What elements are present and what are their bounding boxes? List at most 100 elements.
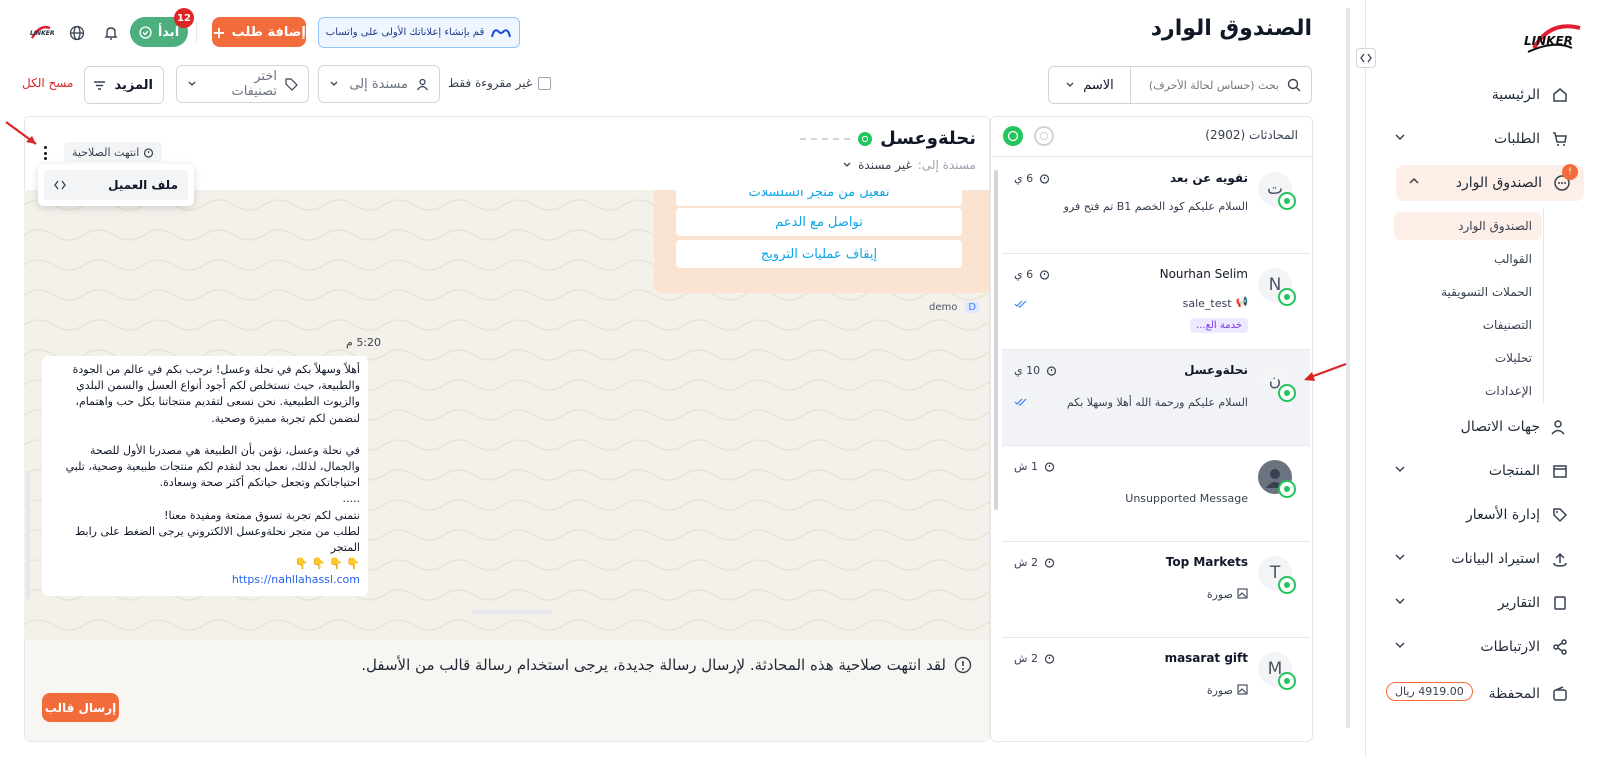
conversation-item[interactable]: M masarat gift 2 ش صورة: [1002, 638, 1310, 734]
submenu-campaigns[interactable]: الحملات التسويقية: [1394, 278, 1542, 306]
search-box[interactable]: الاسم: [1048, 66, 1312, 104]
sidebar-item-pricing[interactable]: إدارة الأسعار: [1382, 497, 1582, 533]
preview-text: صورة: [1206, 588, 1233, 601]
tags-filter-label: اختر تصنيفات: [231, 69, 277, 99]
chat-header: نحلةوعسل: [800, 128, 976, 149]
message-emoji: 👇 👇 👇 👇: [294, 557, 360, 571]
sidebar-item-label: استيراد البيانات: [1451, 551, 1540, 567]
time-text: 10 ي: [1014, 364, 1041, 377]
sidebar-item-contacts[interactable]: جهات الاتصال: [1382, 409, 1582, 445]
image-icon: [1237, 588, 1248, 601]
search-input[interactable]: [1149, 78, 1279, 92]
conversation-time: 6 ي: [1014, 268, 1050, 281]
image-icon: [1237, 684, 1248, 697]
start-button[interactable]: ابدأ 12: [130, 8, 194, 47]
sidebar-item-label: المنتجات: [1488, 463, 1540, 479]
chevron-down-icon: [1394, 131, 1406, 143]
sidebar-item-label: الطلبات: [1494, 131, 1540, 147]
sidebar-item-products[interactable]: المنتجات: [1382, 453, 1582, 489]
horizontal-scrollbar[interactable]: [472, 610, 552, 614]
search-icon: [1287, 78, 1301, 92]
sidebar-item-wallet[interactable]: المحفظة 4919.00 ريال: [1382, 676, 1582, 712]
more-filters-button[interactable]: المزيد: [84, 66, 164, 104]
message-paragraph: لطلب من متجر نحلةوعسل الالكتروني يرجى ال…: [75, 524, 360, 555]
submenu-templates[interactable]: القوالب: [1394, 245, 1542, 273]
submenu-label: التصنيفات: [1482, 318, 1532, 332]
annotation-arrow-conversation: [1300, 360, 1348, 384]
chevron-down-icon: [1394, 595, 1406, 607]
assigned-label: مسندة إلى:: [917, 158, 976, 172]
tags-filter[interactable]: اختر تصنيفات: [176, 65, 309, 103]
instagram-channel-icon[interactable]: [1034, 126, 1054, 146]
conversation-item-active[interactable]: ن نحلةوعسل 10 ي السلام عليكم ورحمة الله …: [1002, 350, 1310, 446]
time-text: 2 ش: [1014, 556, 1038, 569]
conversation-name: Top Markets: [1165, 555, 1248, 569]
conversation-item[interactable]: 1 ش Unsupported Message: [1002, 446, 1310, 542]
sidebar-item-reports[interactable]: التقارير: [1382, 585, 1582, 621]
code-icon: [54, 180, 66, 190]
sidebar-collapse-toggle[interactable]: [1356, 48, 1376, 68]
quick-reply-button[interactable]: إيقاف عمليات الترويج: [676, 240, 962, 268]
conversation-preview: Unsupported Message: [1125, 492, 1248, 505]
whatsapp-channel-icon[interactable]: [1003, 126, 1023, 146]
time-text: 6 ي: [1014, 268, 1034, 281]
menu-item-label: ملف العميل: [108, 178, 178, 192]
conversation-name: نحلةوعسل: [1184, 363, 1248, 377]
assigned-filter[interactable]: مسندة إلى: [318, 65, 440, 103]
conversation-preview: السلام عليكم ورحمة الله أهلا وسهلا بكم: [1066, 396, 1248, 409]
tag-icon: [1550, 505, 1570, 525]
wallet-balance: 4919.00 ريال: [1386, 682, 1473, 701]
clear-all-link[interactable]: مسح الكل: [22, 76, 73, 90]
store-link[interactable]: https://nahllahassl.com: [50, 572, 360, 588]
conversation-time: 1 ش: [1014, 460, 1055, 473]
submenu-analytics[interactable]: تحليلات: [1394, 344, 1542, 372]
message-paragraph: أهلاً وسهلاً بكم في نحلة وعسل! نرحب بكم …: [72, 363, 360, 425]
user-logo-avatar[interactable]: LINKER: [28, 22, 54, 44]
sidebar-item-home[interactable]: الرئيسية: [1382, 77, 1582, 113]
whatsapp-badge-icon: [1278, 288, 1296, 306]
sidebar-item-integrations[interactable]: الارتباطات: [1382, 629, 1582, 665]
search-type-select[interactable]: الاسم: [1049, 67, 1131, 103]
submenu-inbox[interactable]: الصندوق الوارد: [1394, 212, 1542, 240]
submenu-label: تحليلات: [1494, 351, 1532, 365]
meta-ads-banner[interactable]: قم بإنشاء إعلاناتك الأولى على واتساب: [318, 17, 520, 48]
customer-profile-menu-item[interactable]: ملف العميل: [44, 170, 188, 200]
logo[interactable]: LINKER: [1514, 18, 1586, 60]
tag-icon: [285, 77, 298, 91]
timer-icon: [1044, 461, 1055, 472]
conversation-item[interactable]: T Top Markets 2 ش صورة: [1002, 542, 1310, 638]
assigned-value: غير مسندة: [858, 158, 912, 172]
conversation-time: 6 ي: [1014, 172, 1050, 185]
sidebar-item-inbox[interactable]: ! الصندوق الوارد: [1396, 164, 1584, 201]
conversation-item[interactable]: ت تقويه عن بعد 6 ي السلام عليكم كود الخص…: [1002, 158, 1310, 254]
conversation-name: تقويه عن بعد: [1169, 171, 1248, 185]
assignment-row[interactable]: مسندة إلى: غير مسندة: [842, 158, 976, 172]
conversation-preview: السلام عليكم كود الخصم B1 تم فتح فرو: [1063, 200, 1248, 213]
unread-checkbox[interactable]: [538, 76, 552, 90]
search-type-label: الاسم: [1083, 77, 1114, 93]
unread-only-filter[interactable]: غير مقروءة فقط: [448, 76, 552, 90]
box-icon: [1550, 461, 1570, 481]
sidebar-item-import[interactable]: استيراد البيانات: [1382, 541, 1582, 577]
add-order-button[interactable]: إضافة طلب +: [212, 17, 306, 47]
plus-icon: +: [212, 22, 226, 42]
whatsapp-badge-icon: [1278, 576, 1296, 594]
conversation-scrollbar[interactable]: [994, 170, 998, 510]
conversation-item[interactable]: N Nourhan Selim 6 ي 📢 sale_test خدمة الع.…: [1002, 254, 1310, 350]
globe-icon[interactable]: [68, 24, 86, 42]
left-scrollbar[interactable]: [26, 470, 30, 600]
whatsapp-badge-icon: [1278, 384, 1296, 402]
submenu-label: الحملات التسويقية: [1441, 285, 1532, 299]
bell-icon[interactable]: [102, 24, 120, 42]
submenu-label: القوالب: [1493, 252, 1532, 266]
submenu-tags[interactable]: التصنيفات: [1394, 311, 1542, 339]
quick-reply-button[interactable]: تواصل مع الدعم: [676, 208, 962, 236]
chevron-down-icon: [187, 79, 197, 89]
quick-reply-button[interactable]: تفعيل من متجر السلسلات: [676, 190, 962, 206]
sidebar-item-orders[interactable]: الطلبات: [1382, 121, 1582, 157]
kebab-menu-icon[interactable]: [42, 146, 48, 160]
submenu-settings[interactable]: الإعدادات: [1394, 377, 1542, 405]
send-template-button[interactable]: إرسال قالب: [42, 693, 119, 722]
assigned-filter-label: مسندة إلى: [349, 76, 408, 92]
expired-label: انتهت الصلاحية: [72, 145, 140, 159]
